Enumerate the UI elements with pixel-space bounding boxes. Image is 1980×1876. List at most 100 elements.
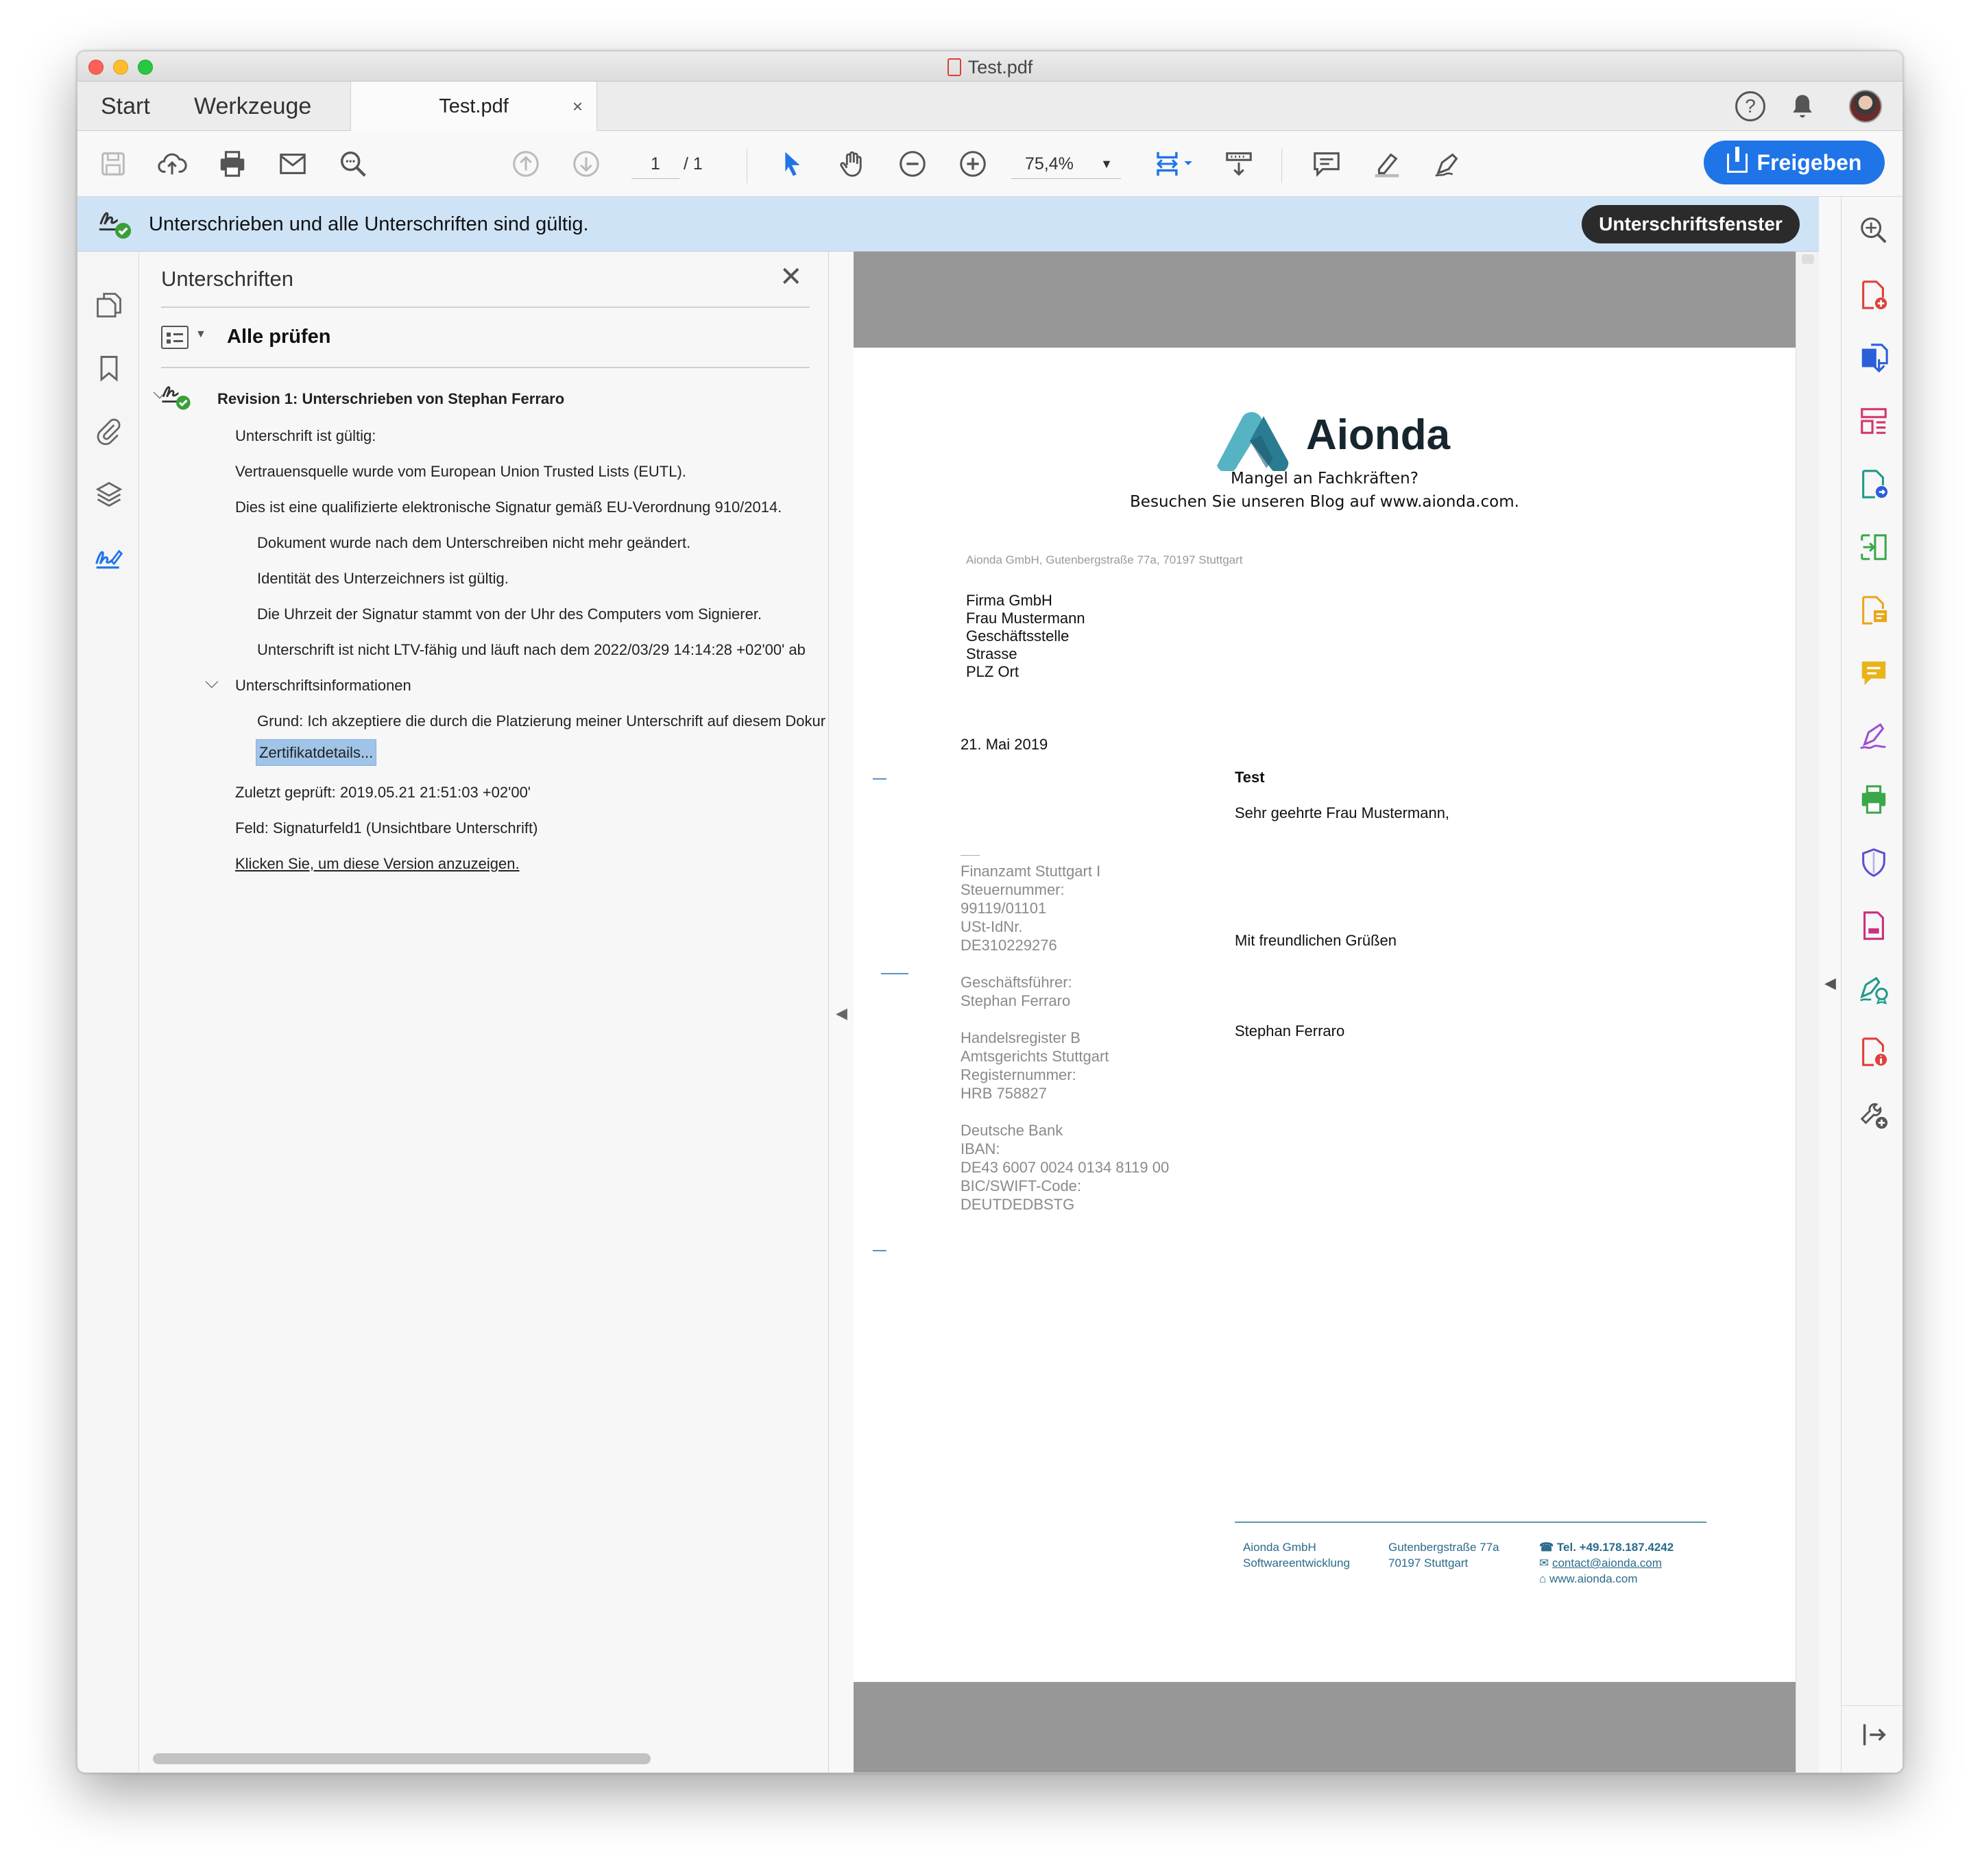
print-icon[interactable] (215, 146, 250, 182)
add-tools-icon[interactable] (1857, 1098, 1891, 1132)
tab-tools[interactable]: Werkzeuge (194, 82, 311, 131)
footer-email-text: contact@aionda.com (1552, 1556, 1662, 1570)
footer-web: ⌂ www.aionda.com (1539, 1571, 1638, 1587)
tree-item[interactable]: Dokument wurde nach dem Unterschreiben n… (257, 534, 690, 552)
cloud-upload-icon[interactable] (154, 146, 190, 182)
fold-mark (873, 778, 886, 780)
fit-page-icon[interactable] (1150, 146, 1198, 182)
close-tab-icon[interactable]: × (572, 82, 583, 131)
signature-status-text: Unterschrieben und alle Unterschriften s… (149, 213, 589, 235)
footer-web-text: www.aionda.com (1549, 1572, 1638, 1585)
view-version-link[interactable]: Klicken Sie, um diese Version anzuzeigen… (235, 855, 520, 873)
more-tools-icon[interactable] (1857, 909, 1891, 943)
divider (961, 855, 980, 856)
protect-icon[interactable] (1857, 845, 1891, 880)
footer-email[interactable]: ✉ contact@aionda.com (1539, 1555, 1662, 1571)
highlight-icon[interactable] (1369, 146, 1405, 182)
send-for-review-icon[interactable] (1857, 467, 1891, 501)
comment-tool-icon[interactable] (1857, 656, 1891, 690)
check-all-button[interactable]: Alle prüfen (227, 326, 330, 348)
letter-closing: Mit freundlichen Grüßen (1235, 932, 1397, 949)
bookmark-icon[interactable] (91, 350, 127, 386)
avatar[interactable] (1849, 90, 1882, 123)
close-panel-icon[interactable]: ✕ (780, 261, 803, 293)
zoom-select[interactable]: 75,4% ▼ (1011, 149, 1121, 179)
footer-phone: ☎ Tel. +49.178.187.4242 (1539, 1539, 1674, 1555)
pdf-file-icon (947, 58, 961, 76)
collapse-panel-icon[interactable]: ◀ (836, 1005, 847, 1022)
mail-icon: ✉ (1539, 1556, 1552, 1570)
field-item[interactable]: Feld: Signaturfeld1 (Unsichtbare Untersc… (235, 819, 538, 837)
collapse-right-pane-icon[interactable] (1857, 1718, 1891, 1752)
next-page-icon[interactable] (568, 146, 604, 182)
select-pointer-icon[interactable] (774, 146, 810, 182)
certificate-details-button[interactable]: Zertifikatdetails... (256, 739, 377, 766)
zoom-tool-icon[interactable] (1857, 213, 1891, 248)
create-pdf-icon[interactable] (1857, 278, 1891, 312)
panel-divider (161, 306, 810, 308)
signature-info-item[interactable]: Unterschriftsinformationen (235, 677, 411, 695)
certificates-icon[interactable] (1857, 972, 1891, 1006)
edit-pdf-icon[interactable] (1857, 593, 1891, 627)
tools-rail (1841, 197, 1903, 1772)
tree-item[interactable]: Dies ist eine qualifizierte elektronisch… (235, 498, 782, 516)
tab-start[interactable]: Start (101, 82, 150, 131)
save-icon[interactable] (95, 146, 131, 182)
divider (1842, 1705, 1903, 1706)
fold-mark (873, 1250, 886, 1251)
letter-subject: Test (1235, 769, 1265, 786)
scroll-thumb[interactable] (1802, 254, 1814, 264)
document-info-icon[interactable] (1857, 1035, 1891, 1069)
last-checked-item[interactable]: Zuletzt geprüft: 2019.05.21 21:51:03 +02… (235, 784, 531, 802)
signature-panel-icon[interactable] (91, 540, 127, 575)
zoom-out-icon[interactable] (895, 146, 930, 182)
page-thumbnails-icon[interactable] (91, 287, 127, 323)
tab-document[interactable]: Test.pdf × (350, 82, 597, 132)
recipient-line: Geschäftsstelle (966, 627, 1070, 645)
scroll-mode-icon[interactable] (1221, 146, 1257, 182)
print-production-icon[interactable] (1857, 782, 1891, 817)
revision-item[interactable]: Revision 1: Unterschrieben von Stephan F… (217, 390, 564, 408)
tree-item[interactable]: Die Uhrzeit der Signatur stammt von der … (257, 605, 762, 623)
hand-tool-icon[interactable] (834, 146, 870, 182)
footer-address: Gutenbergstraße 77a 70197 Stuttgart (1388, 1541, 1499, 1570)
collapse-tools-icon[interactable]: ◀ (1824, 974, 1836, 992)
options-menu-icon[interactable] (161, 326, 189, 349)
mail-icon[interactable] (275, 146, 311, 182)
letter-date: 21. Mai 2019 (961, 736, 1048, 753)
previous-page-icon[interactable] (508, 146, 544, 182)
comment-icon[interactable] (1309, 146, 1344, 182)
help-icon[interactable]: ? (1735, 91, 1765, 121)
vertical-scrollbar[interactable] (1796, 252, 1819, 1772)
signature-name: Stephan Ferraro (1235, 1022, 1345, 1039)
horizontal-scrollbar[interactable] (153, 1753, 651, 1764)
signature-valid-icon (97, 204, 134, 242)
tree-item[interactable]: Identität des Unterzeichners ist gültig. (257, 570, 509, 588)
tree-item[interactable]: Unterschrift ist nicht LTV-fähig und läu… (257, 641, 806, 659)
compare-files-icon[interactable] (1857, 530, 1891, 564)
organize-pages-icon[interactable] (1857, 404, 1891, 438)
tree-item[interactable]: Vertrauensquelle wurde vom European Unio… (235, 463, 686, 481)
chevron-down-icon[interactable]: ▼ (195, 328, 206, 341)
sender-line: Aionda GmbH, Gutenbergstraße 77a, 70197 … (966, 553, 1243, 566)
bell-icon[interactable] (1787, 91, 1818, 121)
chevron-down-icon[interactable]: ⌵ (205, 671, 219, 693)
zoom-in-icon[interactable] (955, 146, 991, 182)
panel-title: Unterschriften (161, 267, 293, 291)
window-title: Test.pdf (77, 57, 1903, 78)
attachment-icon[interactable] (91, 413, 127, 449)
recipient-line: Strasse (966, 645, 1017, 662)
export-pdf-icon[interactable] (1857, 341, 1891, 375)
toolbar-separator (1281, 149, 1282, 183)
page-number-input[interactable]: 1 (631, 149, 679, 179)
document-viewport[interactable]: Aionda Mangel an Fachkräften? Besuchen S… (854, 252, 1796, 1772)
fill-sign-icon[interactable] (1429, 146, 1465, 182)
reason-item[interactable]: Grund: Ich akzeptiere die durch die Plat… (257, 712, 826, 730)
tree-item[interactable]: Unterschrift ist gültig: (235, 427, 376, 445)
layers-icon[interactable] (91, 477, 127, 512)
search-icon[interactable] (335, 146, 371, 182)
share-button[interactable]: Freigeben (1704, 141, 1885, 184)
fill-and-sign-icon[interactable] (1857, 719, 1891, 754)
tab-bar: Start Werkzeuge Test.pdf × ? (77, 82, 1903, 132)
signature-panel-button[interactable]: Unterschriftsfenster (1582, 205, 1800, 243)
